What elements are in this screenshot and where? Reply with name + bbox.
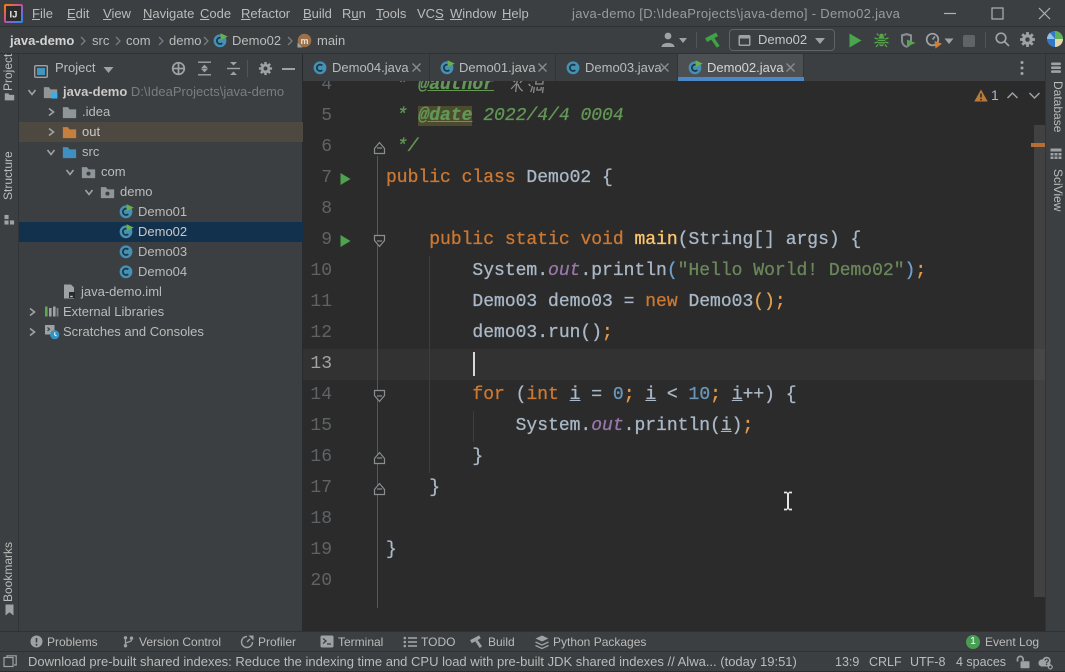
svg-text:m: m (300, 36, 308, 46)
svg-text:IJ: IJ (10, 10, 18, 21)
